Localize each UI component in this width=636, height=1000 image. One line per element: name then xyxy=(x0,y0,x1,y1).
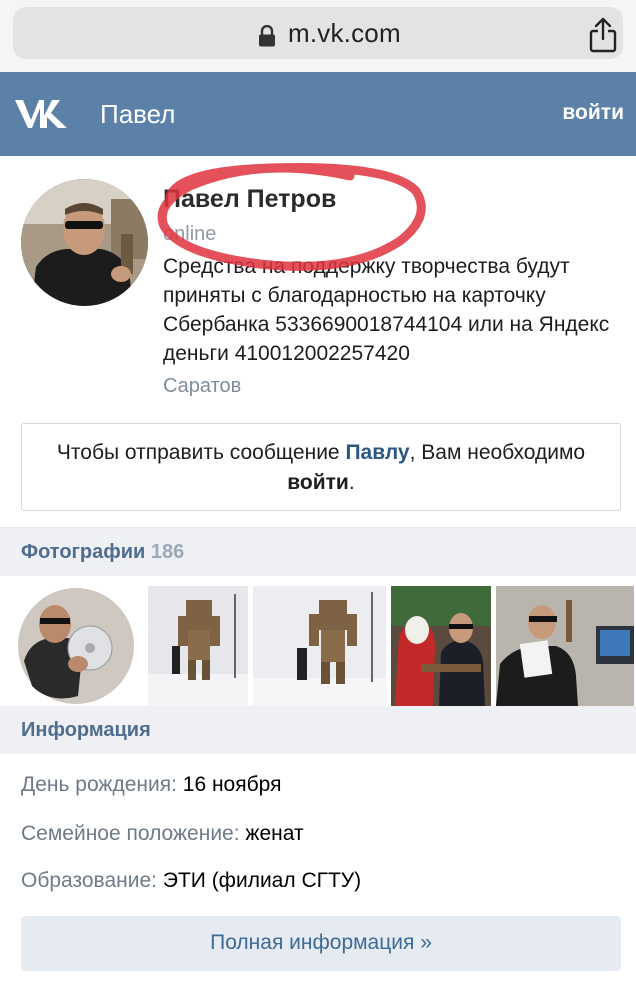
online-status: online xyxy=(163,223,217,245)
photos-header[interactable]: Фотографии 186 xyxy=(0,528,636,576)
info-row-family: Семейное положение: женат xyxy=(21,822,304,846)
vk-header: Павел войти xyxy=(0,72,636,156)
profile-name: Павел Петров xyxy=(163,185,337,213)
status-text: Средства на поддержку творчества будут п… xyxy=(163,255,610,365)
info-title: Информация xyxy=(21,719,151,741)
info-key: День рождения: xyxy=(21,773,177,796)
photo-thumb[interactable] xyxy=(10,586,142,706)
message-suffix: . xyxy=(348,471,355,494)
info-value: ЭТИ (филиал СГТУ) xyxy=(162,869,362,892)
photo-thumb[interactable] xyxy=(391,586,491,706)
photo-thumb[interactable] xyxy=(253,586,386,706)
info-value: женат xyxy=(245,822,304,845)
message-login-link[interactable]: войти xyxy=(287,471,349,494)
share-icon[interactable] xyxy=(588,17,618,53)
photos-title-text: Фотографии xyxy=(21,541,146,563)
city: Саратов xyxy=(163,375,242,397)
url-text: m.vk.com xyxy=(288,18,401,48)
photo-strip xyxy=(0,576,636,706)
info-section: День рождения: 16 ноября Семейное положе… xyxy=(0,754,636,982)
full-info-button[interactable]: Полная информация » xyxy=(21,916,621,971)
lock-icon xyxy=(259,25,275,47)
photos-title: Фотографии 186 xyxy=(21,541,184,564)
address-bar[interactable]: m.vk.com xyxy=(13,7,623,59)
info-header: Информация xyxy=(0,706,636,754)
message-prefix: Чтобы отправить сообщение xyxy=(56,441,346,464)
info-key: Образование: xyxy=(21,869,157,892)
browser-bar: m.vk.com xyxy=(0,0,636,72)
photos-count: 186 xyxy=(150,541,185,563)
vk-logo[interactable] xyxy=(13,96,69,132)
info-value: 16 ноября xyxy=(182,773,282,796)
message-box: Чтобы отправить сообщение Павлу, Вам нео… xyxy=(21,423,621,511)
info-row-birthday: День рождения: 16 ноября xyxy=(21,773,281,797)
profile-card: Павел Петров online Средства на поддержк… xyxy=(0,156,636,528)
photo-thumb[interactable] xyxy=(496,586,634,706)
login-link[interactable]: войти xyxy=(562,101,624,125)
info-row-education: Образование: ЭТИ (филиал СГТУ) xyxy=(21,869,361,893)
avatar[interactable] xyxy=(21,179,148,306)
message-middle: , Вам необходимо xyxy=(409,441,586,464)
message-name-link[interactable]: Павлу xyxy=(345,441,409,464)
info-key: Семейное положение: xyxy=(21,822,240,845)
photo-thumb[interactable] xyxy=(148,586,248,706)
header-title: Павел xyxy=(100,99,176,129)
